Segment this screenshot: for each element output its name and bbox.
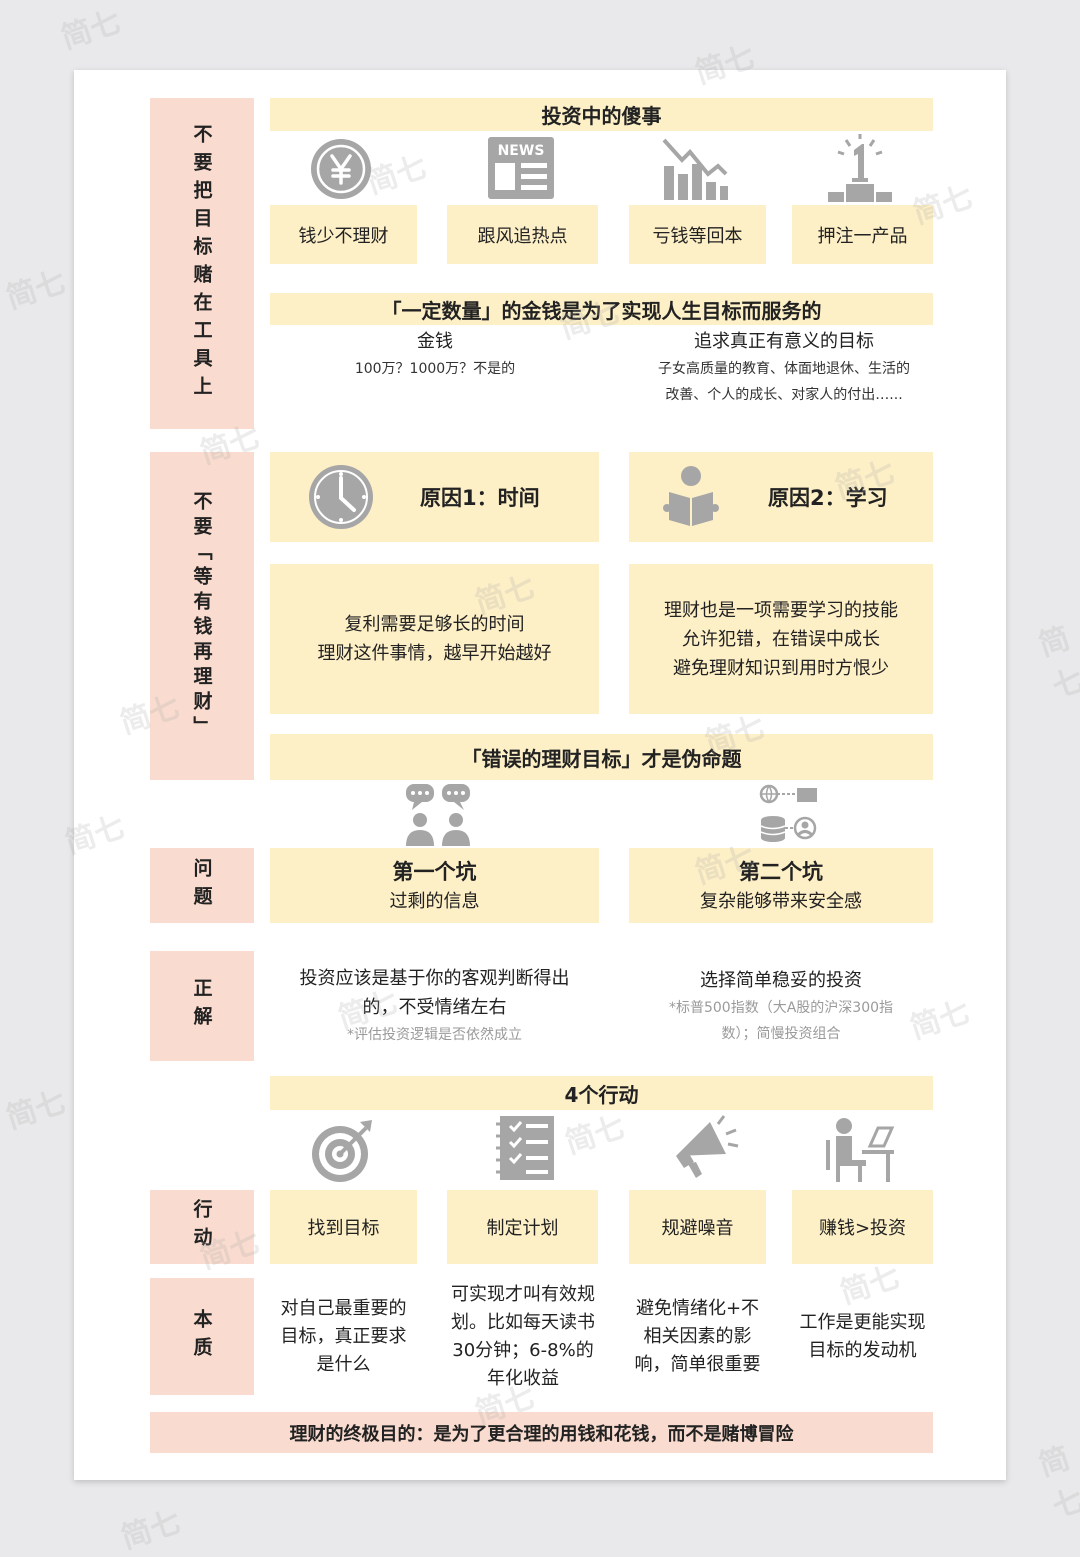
answer2-main: 选择简单稳妥的投资 bbox=[700, 969, 862, 991]
section1-side-label: 不要把目标赌在工具上 bbox=[150, 98, 254, 429]
answer-side-label: 正解 bbox=[150, 951, 254, 1061]
watermark-logo: 简七 bbox=[2, 1084, 71, 1137]
watermark-logo: 简七 bbox=[2, 264, 71, 317]
section3-title: 「错误的理财目标」才是伪命题 bbox=[461, 746, 742, 771]
reason2-header: 原因2：学习 bbox=[629, 452, 933, 542]
person-at-desk-icon bbox=[826, 1118, 895, 1182]
essence-item: 工作是更能实现 目标的发动机 bbox=[799, 1312, 926, 1361]
infographic-card: 不要把目标赌在工具上 投资中的傻事 NEWS 钱少不理财 跟风追热点 亏钱等回本… bbox=[61, 39, 1006, 1480]
section3-title-bar: 「错误的理财目标」才是伪命题 bbox=[270, 734, 933, 780]
action-side-label: 行动 bbox=[150, 1190, 254, 1264]
section4-title-bar: 4个行动 bbox=[270, 1076, 933, 1110]
reading-person-icon bbox=[663, 466, 719, 526]
action-item: 规避噪音 bbox=[629, 1190, 766, 1264]
chatting-people-icon bbox=[406, 784, 470, 846]
essence-item: 可实现才叫有效规 划。比如每天读书 30分钟；6-8%的 年化收益 bbox=[451, 1284, 595, 1389]
watermark-logo: 简七 bbox=[1034, 620, 1080, 706]
pit1-title: 第一个坑 bbox=[392, 859, 477, 884]
watermark-logo: 简七 bbox=[57, 4, 126, 57]
essence-item: 对自己最重要的 目标，真正要求 是什么 bbox=[280, 1298, 407, 1375]
watermark-logo: 简七 bbox=[117, 1504, 186, 1557]
purpose-title: 「一定数量」的金钱是为了实现人生目标而服务的 bbox=[381, 298, 822, 323]
answer1-block: 投资应该是基于你的客观判断得出 的，不受情绪左右 *评估投资逻辑是否依然成立 bbox=[270, 962, 599, 1050]
checklist-icon bbox=[496, 1116, 554, 1180]
reason1-header: 原因1：时间 bbox=[270, 452, 599, 542]
target-arrow-icon bbox=[312, 1120, 372, 1182]
network-database-icon bbox=[759, 784, 817, 842]
essence-item: 避免情绪化+不 相关因素的影 响，简单很重要 bbox=[634, 1298, 761, 1375]
yen-coin-icon bbox=[311, 139, 371, 199]
mistake-item: 押注一产品 bbox=[792, 205, 933, 264]
number-one-podium-icon bbox=[828, 134, 892, 202]
purpose-title-bar: 「一定数量」的金钱是为了实现人生目标而服务的 bbox=[270, 293, 933, 325]
essence-side-label: 本质 bbox=[150, 1278, 254, 1395]
section2-side-label: 不要「等有钱再理财」 bbox=[150, 452, 254, 780]
mistake-item: 跟风追热点 bbox=[447, 205, 598, 264]
watermark-logo: 简七 bbox=[1034, 1440, 1080, 1526]
mistake-item: 亏钱等回本 bbox=[629, 205, 766, 264]
goal-text-line: 改善、个人的成长、对家人的付出…... bbox=[665, 387, 903, 403]
section1-title: 投资中的傻事 bbox=[541, 104, 662, 128]
goal-block: 追求真正有意义的目标 子女高质量的教育、体面地退休、生活的 改善、个人的成长、对… bbox=[619, 328, 949, 408]
svg-text:NEWS: NEWS bbox=[498, 143, 545, 159]
pit2-text: 复杂能够带来安全感 bbox=[700, 890, 862, 912]
news-icon: NEWS bbox=[488, 137, 554, 199]
answer1-note: *评估投资逻辑是否依然成立 bbox=[347, 1027, 522, 1043]
megaphone-icon bbox=[676, 1115, 739, 1178]
watermark-logo: 简七 bbox=[561, 1109, 630, 1162]
declining-bar-chart-icon bbox=[662, 138, 728, 200]
money-block: 金钱 100万？1000万？不是的 bbox=[270, 328, 600, 388]
reason2-title: 原因2：学习 bbox=[768, 486, 888, 510]
clock-icon bbox=[309, 465, 373, 529]
watermark-logo: 简七 bbox=[61, 809, 130, 862]
footer-conclusion-bar: 理财的终极目的：是为了更合理的用钱和花钱，而不是赌博冒险 bbox=[150, 1412, 933, 1453]
goal-text-line: 子女高质量的教育、体面地退休、生活的 bbox=[658, 361, 910, 377]
action-item: 赚钱>投资 bbox=[792, 1190, 933, 1264]
problem-side-label: 问题 bbox=[150, 848, 254, 923]
pit1-box: 第一个坑 过剩的信息 bbox=[270, 848, 599, 923]
reason2-body: 理财也是一项需要学习的技能 允许犯错，在错误中成长 避免理财知识到用时方恨少 bbox=[629, 564, 933, 714]
action-item: 找到目标 bbox=[270, 1190, 417, 1264]
reason1-body: 复利需要足够长的时间 理财这件事情，越早开始越好 bbox=[270, 564, 599, 714]
section1-title-bar: 投资中的傻事 bbox=[270, 98, 933, 131]
pit2-box: 第二个坑 复杂能够带来安全感 bbox=[629, 848, 933, 923]
answer2-block: 选择简单稳妥的投资 *标普500指数（大A股的沪深300指 数）；简慢投资组合 bbox=[629, 962, 933, 1050]
footer-conclusion: 理财的终极目的：是为了更合理的用钱和花钱，而不是赌博冒险 bbox=[289, 1423, 794, 1445]
mistake-item: 钱少不理财 bbox=[270, 205, 417, 264]
action-item: 制定计划 bbox=[447, 1190, 598, 1264]
money-heading: 金钱 bbox=[417, 331, 453, 352]
pit2-title: 第二个坑 bbox=[739, 859, 823, 884]
watermark-logo: 简七 bbox=[691, 39, 760, 92]
reason1-title: 原因1：时间 bbox=[420, 486, 540, 510]
pit1-text: 过剩的信息 bbox=[389, 890, 480, 912]
goal-heading: 追求真正有意义的目标 bbox=[694, 331, 874, 352]
money-text: 100万？1000万？不是的 bbox=[354, 361, 516, 377]
section4-title: 4个行动 bbox=[564, 1082, 639, 1107]
